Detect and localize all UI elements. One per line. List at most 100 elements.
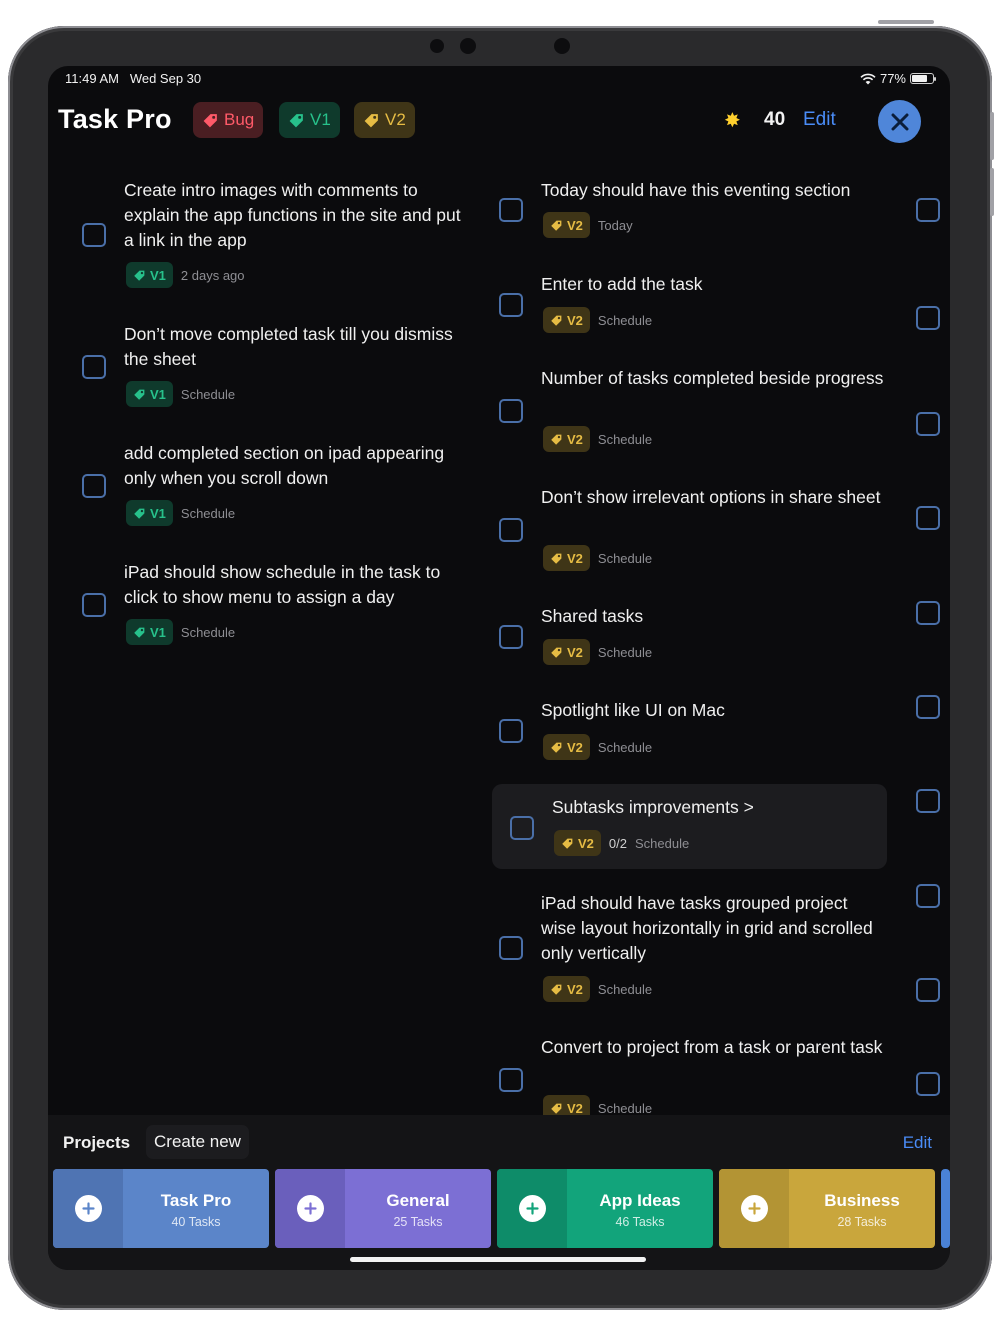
task-checkbox[interactable] xyxy=(82,474,106,498)
task-checkbox[interactable] xyxy=(499,198,523,222)
project-card[interactable]: App Ideas 46 Tasks xyxy=(497,1169,713,1248)
tag-icon xyxy=(134,627,145,638)
status-bar: 11:49 AM Wed Sep 30 77% xyxy=(48,66,950,92)
task-checkbox[interactable] xyxy=(82,223,106,247)
project-task-count: 46 Tasks xyxy=(615,1215,665,1229)
task-title[interactable]: Don’t show irrelevant options in share s… xyxy=(541,485,886,510)
projects-bar: Projects Create new Edit Task Pro 40 Task… xyxy=(48,1115,950,1270)
task-schedule[interactable]: Schedule xyxy=(598,645,652,660)
task-checkbox[interactable] xyxy=(916,506,940,530)
task-schedule[interactable]: Schedule xyxy=(181,625,235,640)
completed-score: 40 xyxy=(764,109,786,130)
task-tag-label: V1 xyxy=(150,624,166,640)
task-title[interactable]: iPad should show schedule in the task to… xyxy=(124,560,469,610)
status-clock: 11:49 AM xyxy=(65,71,119,86)
task-tag-v2: V2 xyxy=(543,639,590,665)
task-schedule[interactable]: Schedule xyxy=(598,313,652,328)
task-checkbox[interactable] xyxy=(916,695,940,719)
task-checkbox[interactable] xyxy=(916,1072,940,1096)
task-checkbox[interactable] xyxy=(82,355,106,379)
task-checkbox[interactable] xyxy=(916,789,940,813)
task-checkbox[interactable] xyxy=(499,293,523,317)
task-schedule[interactable]: Schedule xyxy=(598,1101,652,1116)
task-tag-v1: V1 xyxy=(126,619,173,645)
add-task-button[interactable] xyxy=(53,1169,123,1248)
tag-icon xyxy=(551,315,562,326)
task-checkbox[interactable] xyxy=(499,399,523,423)
task-checkbox[interactable] xyxy=(916,601,940,625)
task-checkbox[interactable] xyxy=(499,1068,523,1092)
task-checkbox[interactable] xyxy=(916,978,940,1002)
task-schedule[interactable]: 2 days ago xyxy=(181,268,245,283)
task-schedule[interactable]: Schedule xyxy=(598,551,652,566)
task-title[interactable]: Create intro images with comments to exp… xyxy=(124,178,469,253)
project-card[interactable]: Task Pro 40 Tasks xyxy=(53,1169,269,1248)
task-title[interactable]: iPad should have tasks grouped project w… xyxy=(541,891,886,966)
filter-tag-v2[interactable]: V2 xyxy=(354,102,415,138)
project-name: Business xyxy=(824,1191,900,1210)
filter-tag-v1[interactable]: V1 xyxy=(279,102,340,138)
task-checkbox[interactable] xyxy=(916,412,940,436)
task-meta: V1 Schedule xyxy=(126,381,235,407)
tag-icon xyxy=(289,113,303,127)
task-meta: V2 Today xyxy=(543,212,633,238)
project-card[interactable]: General 25 Tasks xyxy=(275,1169,491,1248)
project-card-partial[interactable] xyxy=(941,1169,950,1248)
tag-label: V1 xyxy=(310,110,331,129)
task-checkbox[interactable] xyxy=(916,306,940,330)
close-icon xyxy=(891,113,908,130)
task-tag-v2: V2 xyxy=(543,734,590,760)
task-meta: V2 Schedule xyxy=(543,307,652,333)
task-title[interactable]: Convert to project from a task or parent… xyxy=(541,1035,886,1060)
task-checkbox[interactable] xyxy=(916,198,940,222)
project-card[interactable]: Business 28 Tasks xyxy=(719,1169,935,1248)
task-meta: V1 Schedule xyxy=(126,500,235,526)
home-indicator[interactable] xyxy=(350,1257,646,1262)
task-title[interactable]: Shared tasks xyxy=(541,604,886,629)
task-schedule[interactable]: Schedule xyxy=(181,506,235,521)
battery-icon xyxy=(910,73,936,84)
task-checkbox[interactable] xyxy=(82,593,106,617)
add-task-button[interactable] xyxy=(497,1169,567,1248)
filter-tag-bug[interactable]: Bug xyxy=(193,102,264,138)
task-tag-label: V2 xyxy=(567,739,583,755)
task-title[interactable]: Enter to add the task xyxy=(541,272,886,297)
task-title[interactable]: Number of tasks completed beside progres… xyxy=(541,366,886,391)
task-tag-label: V2 xyxy=(578,835,594,851)
task-meta: V2 Schedule xyxy=(543,426,652,452)
task-checkbox[interactable] xyxy=(499,518,523,542)
task-tag-label: V1 xyxy=(150,267,166,283)
close-button[interactable] xyxy=(878,100,921,143)
create-project-button[interactable]: Create new xyxy=(146,1125,249,1159)
task-tag-v2: V2 xyxy=(543,307,590,333)
task-checkbox[interactable] xyxy=(916,884,940,908)
task-schedule[interactable]: Today xyxy=(598,218,633,233)
task-meta: V2 Schedule xyxy=(543,976,652,1002)
battery-percent: 77% xyxy=(879,71,906,86)
task-checkbox[interactable] xyxy=(499,719,523,743)
task-schedule[interactable]: Schedule xyxy=(598,982,652,997)
task-schedule[interactable]: Schedule xyxy=(635,836,689,851)
task-schedule[interactable]: Schedule xyxy=(598,432,652,447)
tag-icon xyxy=(551,1103,562,1114)
task-title[interactable]: Subtasks improvements > xyxy=(552,795,897,820)
projects-edit-button[interactable]: Edit xyxy=(903,1133,932,1153)
tag-icon xyxy=(551,434,562,445)
task-schedule[interactable]: Schedule xyxy=(181,387,235,402)
task-title[interactable]: Today should have this eventing section xyxy=(541,178,886,203)
task-checkbox[interactable] xyxy=(510,816,534,840)
app-screen: 11:49 AM Wed Sep 30 77% Task Pro Bug V1 … xyxy=(48,66,950,1270)
edit-button[interactable]: Edit xyxy=(803,109,836,131)
task-tag-v2: V2 xyxy=(543,976,590,1002)
task-schedule[interactable]: Schedule xyxy=(598,740,652,755)
add-task-button[interactable] xyxy=(719,1169,789,1248)
tag-icon xyxy=(551,984,562,995)
task-checkbox[interactable] xyxy=(499,936,523,960)
task-title[interactable]: add completed section on ipad appearing … xyxy=(124,441,469,491)
task-tag-label: V2 xyxy=(567,550,583,566)
tag-icon xyxy=(134,508,145,519)
task-checkbox[interactable] xyxy=(499,625,523,649)
task-title[interactable]: Don’t move completed task till you dismi… xyxy=(124,322,469,372)
task-title[interactable]: Spotlight like UI on Mac xyxy=(541,698,886,723)
add-task-button[interactable] xyxy=(275,1169,345,1248)
